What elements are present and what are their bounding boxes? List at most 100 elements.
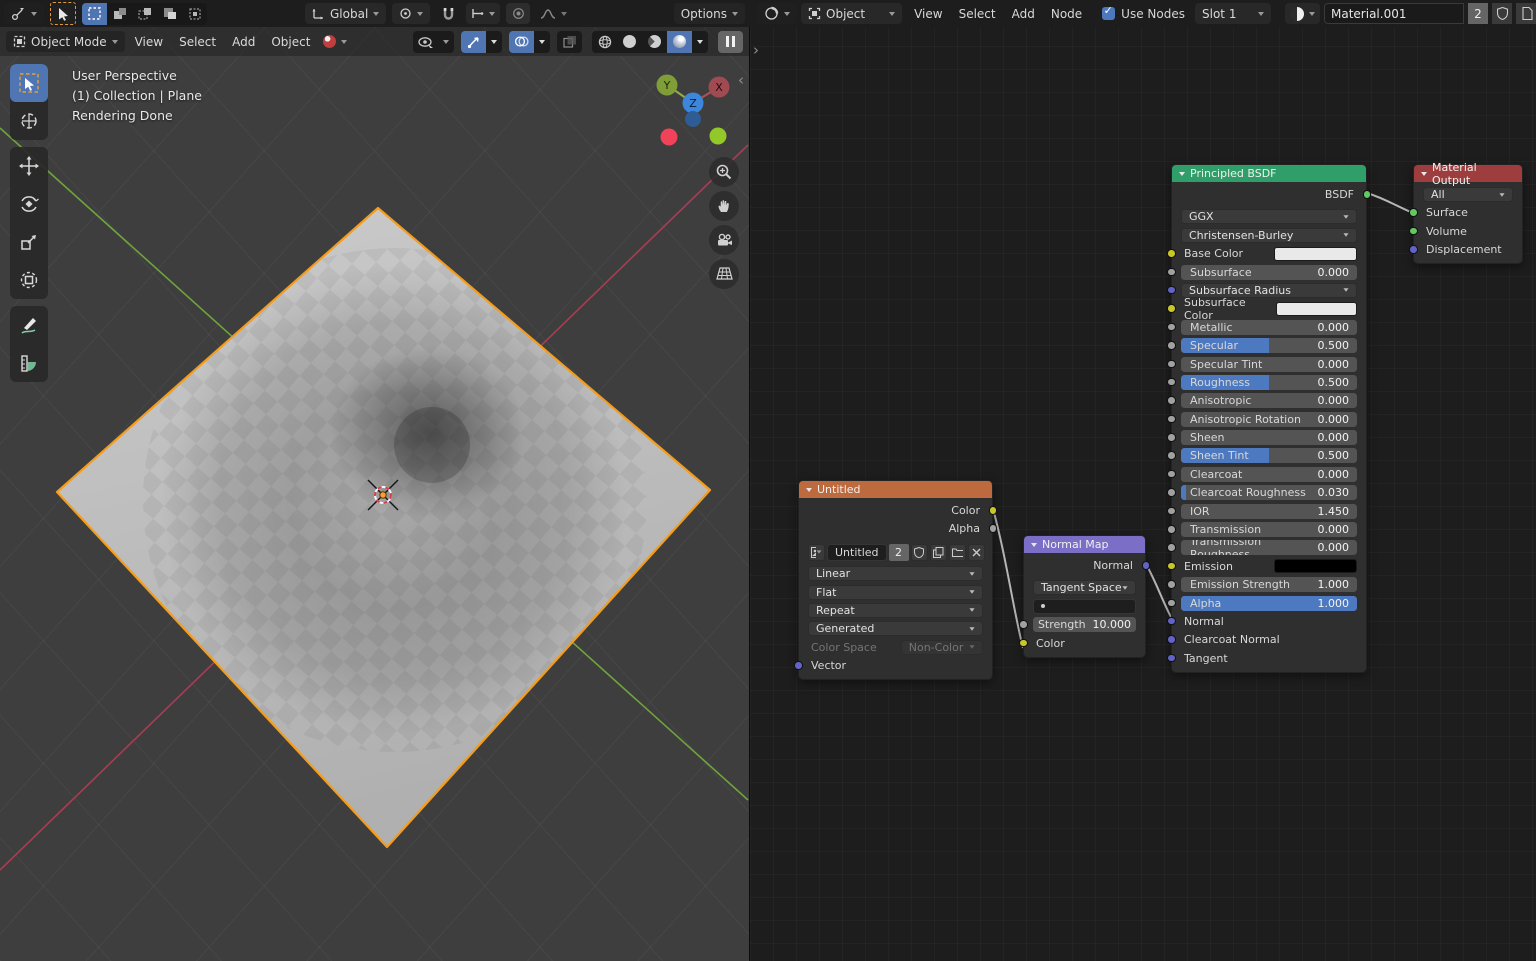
pivot-point-dropdown[interactable] xyxy=(392,3,430,24)
overlays-chevron[interactable] xyxy=(534,31,550,53)
input-socket[interactable] xyxy=(1167,562,1176,571)
select-mode-extend[interactable] xyxy=(107,3,132,25)
navigation-gizmo[interactable]: Y X Z xyxy=(648,68,740,152)
gizmo-axis-y-neg[interactable] xyxy=(710,128,727,145)
input-socket[interactable] xyxy=(1167,507,1176,516)
tool-scale[interactable] xyxy=(10,223,48,261)
material-users-button[interactable]: 2 xyxy=(1468,3,1488,24)
input-socket[interactable] xyxy=(1167,341,1176,350)
tool-cursor[interactable] xyxy=(10,102,48,140)
value-slider[interactable]: Metallic0.000 xyxy=(1181,320,1357,335)
input-socket[interactable] xyxy=(1167,396,1176,405)
principled-bsdf-node[interactable]: Principled BSDF BSDF GGX Christensen-Bur… xyxy=(1171,164,1367,673)
menu-item[interactable]: Object xyxy=(263,31,318,53)
input-socket[interactable] xyxy=(1167,451,1176,460)
uv-map-field[interactable] xyxy=(1033,599,1136,614)
pan-button[interactable] xyxy=(709,191,739,221)
menu-item[interactable]: View xyxy=(127,31,171,53)
toggle-perspective-button[interactable] xyxy=(709,259,739,289)
interpolation-dropdown[interactable]: Linear xyxy=(808,566,983,581)
material-output-node[interactable]: Material Output All Surface Volume Displ… xyxy=(1413,164,1523,264)
camera-view-button[interactable] xyxy=(709,225,739,255)
source-dropdown[interactable]: Generated xyxy=(808,621,983,636)
material-fake-user-button[interactable] xyxy=(1492,3,1512,24)
collapse-triangle-icon[interactable] xyxy=(1179,172,1185,176)
input-socket[interactable] xyxy=(1167,378,1176,387)
value-slider[interactable]: Subsurface0.000 xyxy=(1181,265,1357,280)
volume-input-socket[interactable] xyxy=(1409,227,1418,236)
alpha-output-socket[interactable] xyxy=(989,524,998,533)
shader-editor[interactable]: › Untitled Color Alpha xyxy=(749,0,1536,961)
image-name-field[interactable]: Untitled xyxy=(827,544,887,561)
select-mode-new[interactable] xyxy=(82,3,107,25)
proportional-editing-toggle[interactable] xyxy=(506,3,530,24)
color-swatch[interactable] xyxy=(1276,302,1357,316)
value-slider[interactable]: Sheen Tint0.500 xyxy=(1181,448,1357,463)
sidebar-collapse-arrow[interactable]: ‹ xyxy=(738,74,744,86)
value-slider[interactable]: Sheen0.000 xyxy=(1181,430,1357,445)
gizmo-axis-z-neg[interactable] xyxy=(685,111,701,127)
mode-dropdown[interactable]: Object Mode xyxy=(6,31,125,52)
shading-rendered[interactable] xyxy=(667,31,692,53)
tool-transform[interactable] xyxy=(10,261,48,299)
vector-input-socket[interactable] xyxy=(794,661,803,670)
region-expand-arrow[interactable]: › xyxy=(753,44,759,56)
plane-object[interactable] xyxy=(57,208,710,847)
tool-measure[interactable] xyxy=(10,344,48,382)
input-socket[interactable] xyxy=(1167,635,1176,644)
input-socket[interactable] xyxy=(1167,360,1176,369)
bsdf-output-socket[interactable] xyxy=(1363,190,1372,199)
material-name-field[interactable]: Material.001 xyxy=(1324,3,1464,24)
color-output-socket[interactable] xyxy=(989,506,998,515)
value-slider[interactable]: Anisotropic0.000 xyxy=(1181,393,1357,408)
input-socket[interactable] xyxy=(1167,433,1176,442)
input-socket[interactable] xyxy=(1167,286,1176,295)
input-socket[interactable] xyxy=(1167,323,1176,332)
extension-dropdown[interactable]: Repeat xyxy=(808,603,983,618)
show-overlays-toggle[interactable] xyxy=(509,31,534,53)
menu-item[interactable]: Node xyxy=(1043,3,1090,25)
snap-magnet-toggle[interactable] xyxy=(436,3,460,24)
normal-output-socket[interactable] xyxy=(1142,561,1151,570)
color-input-socket[interactable] xyxy=(1019,639,1028,648)
value-slider[interactable]: Clearcoat Roughness0.030 xyxy=(1181,485,1357,500)
select-mode-intersect[interactable] xyxy=(182,3,207,25)
value-slider[interactable]: Clearcoat0.000 xyxy=(1181,467,1357,482)
input-socket[interactable] xyxy=(1167,268,1176,277)
normal-map-header[interactable]: Normal Map xyxy=(1024,536,1145,553)
browse-material-button[interactable] xyxy=(1285,3,1320,24)
select-mode-invert[interactable] xyxy=(157,3,182,25)
proportional-falloff-dropdown[interactable] xyxy=(536,3,571,24)
normal-map-node[interactable]: Normal Map Normal Tangent Space Streng xyxy=(1023,535,1146,658)
value-slider[interactable]: Transmission Roughness0.000 xyxy=(1181,540,1357,555)
menu-item[interactable]: View xyxy=(906,3,950,25)
gizmo-axis-x-neg[interactable] xyxy=(661,129,678,146)
shading-wireframe[interactable] xyxy=(592,31,617,53)
projection-dropdown[interactable]: Flat xyxy=(808,585,983,600)
unlink-image-button[interactable] xyxy=(968,544,985,561)
viewport-3d[interactable]: Global xyxy=(0,0,749,961)
value-slider[interactable]: Specular Tint0.000 xyxy=(1181,357,1357,372)
input-socket[interactable] xyxy=(1167,599,1176,608)
show-object-types-button[interactable] xyxy=(413,31,438,53)
input-socket[interactable] xyxy=(1167,488,1176,497)
input-socket[interactable] xyxy=(1167,580,1176,589)
image-browse-button[interactable] xyxy=(808,544,825,561)
input-socket[interactable] xyxy=(1167,249,1176,258)
collapse-triangle-icon[interactable] xyxy=(1421,172,1427,176)
active-tool-select-box[interactable] xyxy=(50,2,76,25)
snap-target-dropdown[interactable] xyxy=(466,3,500,24)
shading-chevron[interactable] xyxy=(692,31,708,53)
shader-type-dropdown[interactable]: Object xyxy=(801,3,902,24)
value-slider[interactable]: Specular0.500 xyxy=(1181,338,1357,353)
select-mode-subtract[interactable] xyxy=(132,3,157,25)
space-dropdown[interactable]: Tangent Space xyxy=(1033,580,1136,595)
gizmo-chevron[interactable] xyxy=(486,31,502,53)
input-socket[interactable] xyxy=(1167,654,1176,663)
menu-item[interactable]: Add xyxy=(1004,3,1043,25)
slot-dropdown[interactable]: Slot 1 xyxy=(1195,3,1271,24)
input-socket[interactable] xyxy=(1167,304,1176,313)
color-swatch[interactable] xyxy=(1274,247,1357,261)
value-slider[interactable]: Emission Strength1.000 xyxy=(1181,577,1357,592)
input-socket[interactable] xyxy=(1167,415,1176,424)
